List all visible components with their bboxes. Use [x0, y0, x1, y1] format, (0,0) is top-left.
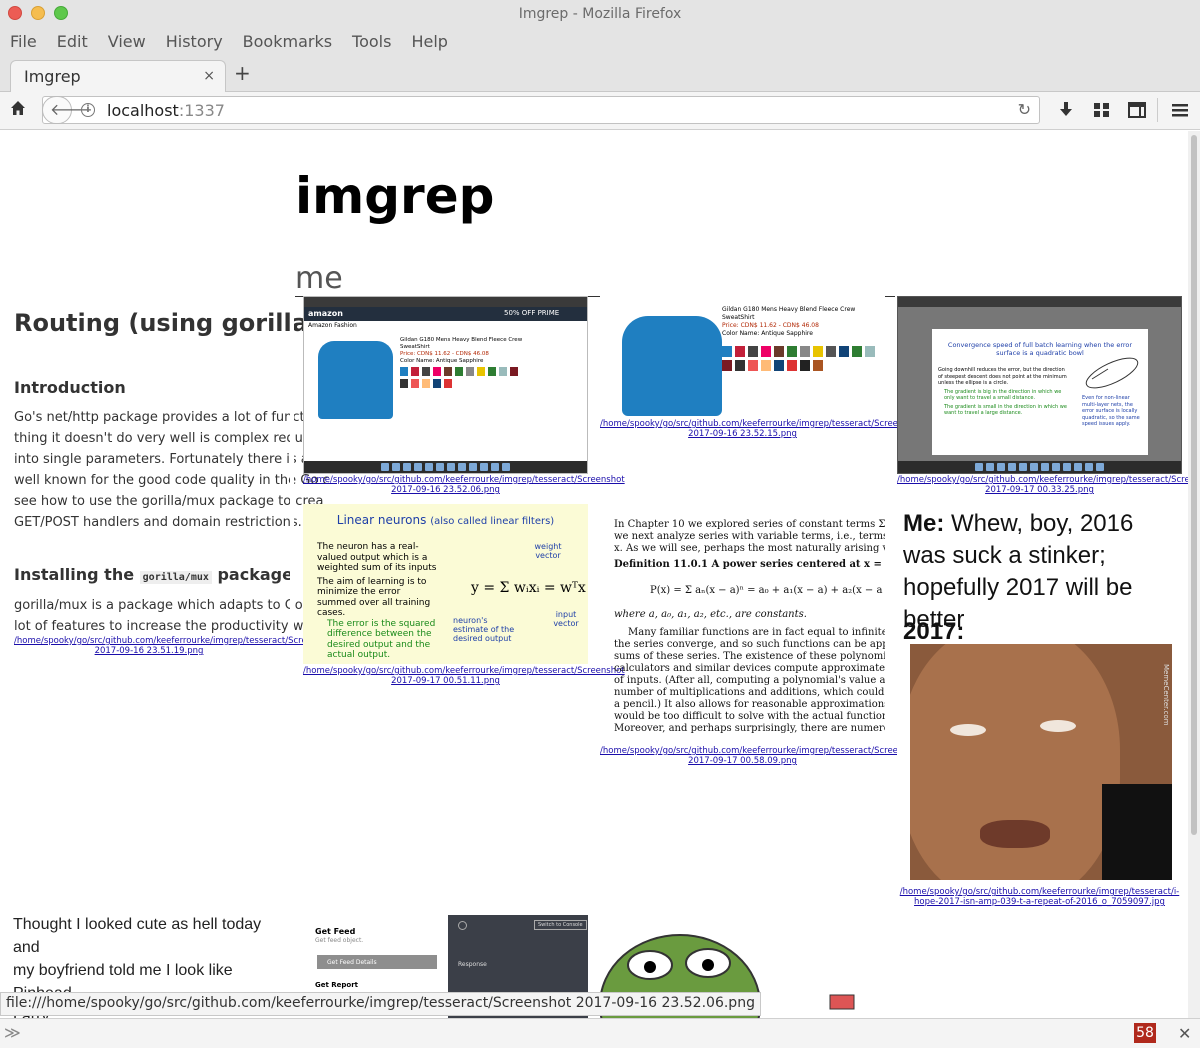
result-caption-link[interactable]: /home/spooky/go/src/github.com/keeferrou… — [303, 475, 625, 495]
notification-count-badge[interactable]: 58 — [1134, 1023, 1156, 1043]
article-line: well known for the good code quality in … — [14, 473, 330, 488]
result-caption-link[interactable]: /home/spooky/go/src/github.com/keeferrou… — [600, 419, 922, 439]
result-thumbnail-amazon-1[interactable]: amazon 50% OFF PRIME Amazon Fashion Gild… — [303, 296, 588, 474]
menu-help[interactable]: Help — [411, 28, 447, 56]
result-thumbnail-math-textbook[interactable]: In Chapter 10 we explored series of cons… — [614, 519, 885, 749]
menu-tools[interactable]: Tools — [352, 28, 391, 56]
menu-file[interactable]: File — [10, 28, 37, 56]
window-title: Imgrep - Mozilla Firefox — [518, 6, 682, 22]
result-caption-link[interactable]: /home/spooky/go/src/github.com/keeferrou… — [897, 475, 1188, 495]
meme-face-image: MemeCenter.com — [910, 644, 1172, 880]
tab-imgrep[interactable]: Imgrep × — [10, 60, 226, 92]
maximize-window-button[interactable] — [54, 6, 68, 20]
sidebar-icon[interactable] — [1127, 100, 1147, 120]
result-thumbnail-meme-2017[interactable]: Me: Whew, boy, 2016 was suck a stinker; … — [897, 504, 1182, 894]
site-info-icon[interactable]: i — [81, 103, 95, 117]
tab-label: Imgrep — [24, 67, 81, 86]
tab-bar: Imgrep × + — [0, 56, 1200, 92]
article-line: see how to use the gorilla/mux package t… — [14, 494, 324, 509]
page-content: imgrep Routing (using gorilla/m Introduc… — [0, 131, 1188, 1018]
scrollbar-thumb[interactable] — [1191, 135, 1197, 835]
find-bar: ≫ 58 ✕ — [0, 1018, 1200, 1048]
download-icon[interactable] — [1056, 100, 1076, 120]
navigation-toolbar: 🡐 i localhost:1337 ↻ — [0, 92, 1200, 130]
result-thumbnail-amazon-2[interactable]: Gildan G180 Mens Heavy Blend Fleece Crew… — [600, 296, 885, 418]
status-url-overlay: file:///home/spooky/go/src/github.com/ke… — [0, 992, 761, 1016]
article-line: thing it doesn't do very well is complex… — [14, 431, 333, 446]
new-tab-button[interactable]: + — [234, 61, 251, 85]
menu-view[interactable]: View — [108, 28, 146, 56]
firefox-window: Imgrep - Mozilla Firefox File Edit View … — [0, 0, 1200, 1048]
home-icon[interactable] — [10, 100, 26, 116]
article-line: Go's net/http package provides a lot of … — [14, 410, 322, 425]
article-line: GET/POST handlers and domain restriction… — [14, 515, 302, 530]
reload-icon[interactable]: ↻ — [1018, 100, 1031, 119]
vertical-scrollbar[interactable] — [1188, 131, 1200, 1018]
close-icon[interactable]: ✕ — [1178, 1024, 1191, 1043]
color-swatches — [400, 367, 520, 388]
close-tab-icon[interactable]: × — [203, 68, 215, 84]
result-caption-link[interactable]: /home/spooky/go/src/github.com/keeferrou… — [14, 636, 336, 656]
close-window-button[interactable] — [8, 6, 22, 20]
page-title: imgrep — [295, 167, 495, 225]
result-caption-link[interactable]: /home/spooky/go/src/github.com/keeferrou… — [600, 746, 922, 766]
result-caption-link[interactable]: /home/spooky/go/src/github.com/keeferrou… — [303, 666, 625, 686]
article-intro-heading: Introduction — [14, 378, 126, 397]
minimize-window-button[interactable] — [31, 6, 45, 20]
result-thumbnail-slide-convergence[interactable]: Convergence speed of full batch learning… — [897, 296, 1182, 474]
menu-bookmarks[interactable]: Bookmarks — [243, 28, 332, 56]
url-text[interactable]: localhost:1337 — [107, 101, 225, 120]
back-button[interactable]: 🡐 — [42, 96, 93, 124]
title-bar: Imgrep - Mozilla Firefox — [0, 0, 1200, 28]
menu-edit[interactable]: Edit — [57, 28, 88, 56]
menu-bar: File Edit View History Bookmarks Tools H… — [0, 28, 1200, 56]
article-install-heading: Installing the gorilla/mux package — [14, 565, 293, 584]
article-line: gorilla/mux is a package which adapts to… — [14, 598, 314, 613]
hamburger-menu-icon[interactable] — [1170, 100, 1190, 120]
result-thumbnail-slide-linear-neurons[interactable]: Linear neurons (also called linear filte… — [303, 504, 588, 664]
url-bar[interactable]: 🡐 i localhost:1337 ↻ — [42, 96, 1040, 124]
result-caption-link[interactable]: /home/spooky/go/src/github.com/keeferrou… — [897, 887, 1182, 907]
find-bar-expand-icon[interactable]: ≫ — [4, 1023, 21, 1042]
library-icon[interactable] — [1092, 100, 1112, 120]
search-input[interactable] — [295, 261, 895, 297]
menu-history[interactable]: History — [166, 28, 223, 56]
